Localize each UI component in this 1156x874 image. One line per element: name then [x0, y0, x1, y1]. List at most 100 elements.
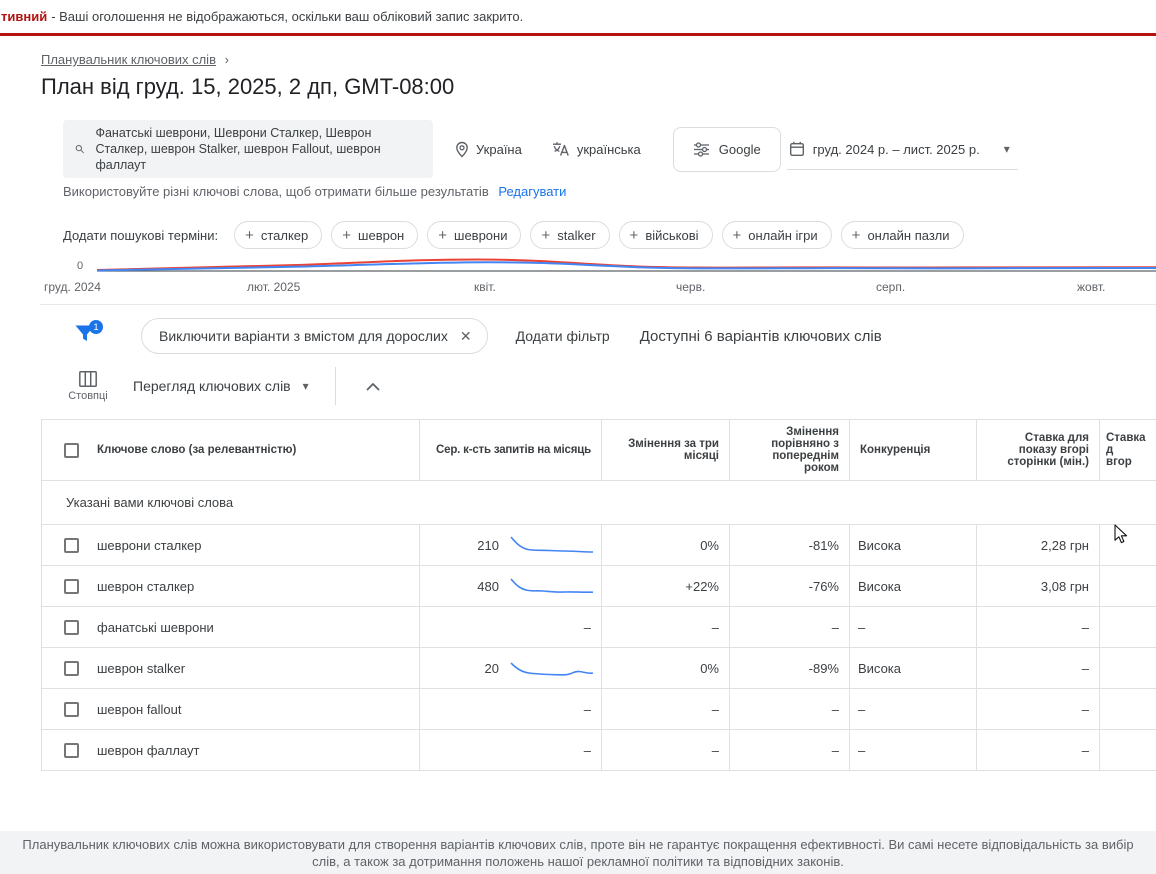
- keyword-text: фанатські шеврони: [97, 619, 214, 635]
- keyword-text: шеврон fallout: [97, 701, 182, 717]
- network-setting[interactable]: Google: [672, 126, 781, 172]
- avg-searches-value: –: [419, 607, 601, 647]
- top-bid-low-value: –: [976, 730, 1099, 770]
- trend-sparkline: [510, 662, 594, 676]
- table-row: шеврон сталкер 480 +22% -76% Висока 3,08…: [42, 566, 1156, 607]
- top-bid-high-value: [1099, 566, 1156, 606]
- competition-value: –: [849, 607, 976, 647]
- row-checkbox[interactable]: [64, 619, 79, 635]
- row-checkbox[interactable]: [64, 742, 79, 758]
- row-checkbox[interactable]: [64, 537, 79, 553]
- three-month-change-value: 0%: [601, 648, 729, 688]
- competition-value: Висока: [849, 566, 976, 606]
- top-bid-low-value: 2,28 грн: [976, 525, 1099, 565]
- edit-keywords-link[interactable]: Редагувати: [498, 184, 566, 199]
- column-header-three-month-change[interactable]: Змінення за три місяці: [601, 420, 729, 480]
- keywords-input[interactable]: Фанатські шеврони, Шеврони Сталкер, Шевр…: [63, 120, 433, 178]
- banner-message: - Ваші оголошення не відображаються, оск…: [51, 9, 524, 24]
- page-title: План від груд. 15, 2025, 2 дп, GMT-08:00: [41, 74, 455, 99]
- top-bid-low-value: –: [976, 607, 1099, 647]
- network-icon: [693, 141, 709, 157]
- date-range-picker[interactable]: груд. 2024 р. – лист. 2025 р. ▾: [786, 128, 1018, 170]
- top-bid-low-value: –: [976, 648, 1099, 688]
- row-checkbox[interactable]: [64, 701, 79, 717]
- column-header-label: Ключове слово (за релевантністю): [97, 444, 297, 456]
- close-icon[interactable]: ✕: [460, 328, 472, 345]
- three-month-change-value: 0%: [601, 525, 729, 565]
- disclaimer-footer: Планувальник ключових слів можна викорис…: [0, 831, 1156, 874]
- keywords-hint-row: Використовуйте різні ключові слова, щоб …: [63, 184, 1156, 199]
- location-label: Україна: [476, 141, 522, 157]
- main-content: Планувальник ключових слів › План від гр…: [0, 52, 1156, 771]
- avg-searches-value: –: [419, 730, 601, 770]
- chart-x-axis: груд. 2024 лют. 2025 квіт. черв. серп. ж…: [41, 280, 1156, 295]
- three-month-change-value: +22%: [601, 566, 729, 606]
- table-header-row: Ключове слово (за релевантністю) Сер. к-…: [42, 420, 1156, 481]
- select-all-checkbox[interactable]: [64, 442, 79, 458]
- table-row: шеврон фаллаут – – – – –: [42, 730, 1156, 771]
- yoy-change-value: –: [729, 689, 849, 729]
- trend-chart: 0: [41, 249, 1156, 273]
- chart-x-label: лют. 2025: [247, 280, 301, 294]
- top-bid-low-value: –: [976, 689, 1099, 729]
- three-month-change-value: –: [601, 689, 729, 729]
- column-header-keyword[interactable]: Ключове слово (за релевантністю): [42, 420, 419, 480]
- active-filter-chip[interactable]: Виключити варіанти з вмістом для доросли…: [141, 318, 488, 354]
- table-controls: Стовпці Перегляд ключових слів ▾: [41, 362, 1156, 410]
- view-selector-dropdown[interactable]: Перегляд ключових слів ▾: [133, 378, 309, 394]
- row-checkbox[interactable]: [64, 660, 79, 676]
- trend-sparkline: [510, 536, 594, 553]
- table-section-label: Указані вами ключові слова: [42, 481, 1156, 525]
- column-header-competition[interactable]: Конкуренція: [849, 420, 976, 480]
- top-bid-high-value: [1099, 648, 1156, 688]
- collapse-chart-button[interactable]: [362, 378, 384, 395]
- top-bid-high-value: [1099, 525, 1156, 565]
- competition-value: –: [849, 730, 976, 770]
- top-bid-high-value: [1099, 689, 1156, 729]
- section-divider: [40, 304, 1156, 305]
- column-header-yoy-change[interactable]: Змінення порівняно з попереднім роком: [729, 420, 849, 480]
- column-header-top-bid-high[interactable]: Ставка д вгор: [1099, 420, 1156, 480]
- chart-x-label: жовт.: [1077, 280, 1106, 294]
- date-range-label: груд. 2024 р. – лист. 2025 р.: [812, 141, 980, 157]
- row-checkbox[interactable]: [64, 578, 79, 594]
- breadcrumb: Планувальник ключових слів ›: [41, 52, 1156, 67]
- breadcrumb-link-keyword-planner[interactable]: Планувальник ключових слів: [41, 52, 216, 67]
- chart-x-label: квіт.: [474, 280, 496, 294]
- translate-icon: [552, 142, 569, 156]
- chart-y-tick: 0: [77, 260, 84, 272]
- yoy-change-value: –: [729, 607, 849, 647]
- vertical-divider: [334, 367, 336, 405]
- keyword-text: шеврон сталкер: [97, 578, 195, 594]
- avg-searches-value: 480: [477, 578, 499, 594]
- column-header-avg-searches[interactable]: Сер. к-сть запитів на місяць: [419, 420, 601, 480]
- plan-settings-bar: Фанатські шеврони, Шеврони Сталкер, Шевр…: [41, 120, 1156, 178]
- chart-x-label: черв.: [676, 280, 706, 294]
- language-label: українська: [576, 141, 641, 157]
- network-label: Google: [718, 141, 761, 157]
- competition-value: –: [849, 689, 976, 729]
- columns-label: Стовпці: [68, 389, 108, 402]
- yoy-change-value: -76%: [729, 566, 849, 606]
- chevron-down-icon: ▾: [1003, 142, 1010, 156]
- keywords-table: Ключове слово (за релевантністю) Сер. к-…: [41, 419, 1156, 771]
- location-pin-icon: [456, 141, 468, 157]
- three-month-change-value: –: [601, 607, 729, 647]
- language-setting[interactable]: українська: [552, 141, 641, 157]
- yoy-change-value: -89%: [729, 648, 849, 688]
- top-bid-high-value: [1099, 730, 1156, 770]
- filter-funnel-button[interactable]: 1: [75, 320, 103, 347]
- columns-button[interactable]: Стовпці: [61, 370, 115, 402]
- trend-sparkline: [510, 578, 594, 594]
- calendar-icon: [789, 141, 804, 157]
- top-bid-high-value: [1099, 607, 1156, 647]
- filter-bar: 1 Виключити варіанти з вмістом для дорос…: [41, 318, 1156, 354]
- filter-count-badge: 1: [89, 320, 103, 334]
- search-icon: [75, 145, 84, 154]
- location-setting[interactable]: Україна: [455, 141, 522, 158]
- avg-searches-value: 20: [484, 660, 499, 676]
- add-filter-button[interactable]: Додати фільтр: [516, 328, 610, 344]
- column-header-top-bid-low[interactable]: Ставка для показу вгорі сторінки (мін.): [976, 420, 1099, 480]
- yoy-change-value: -81%: [729, 525, 849, 565]
- results-summary: Доступні 6 варіантів ключових слів: [639, 327, 882, 345]
